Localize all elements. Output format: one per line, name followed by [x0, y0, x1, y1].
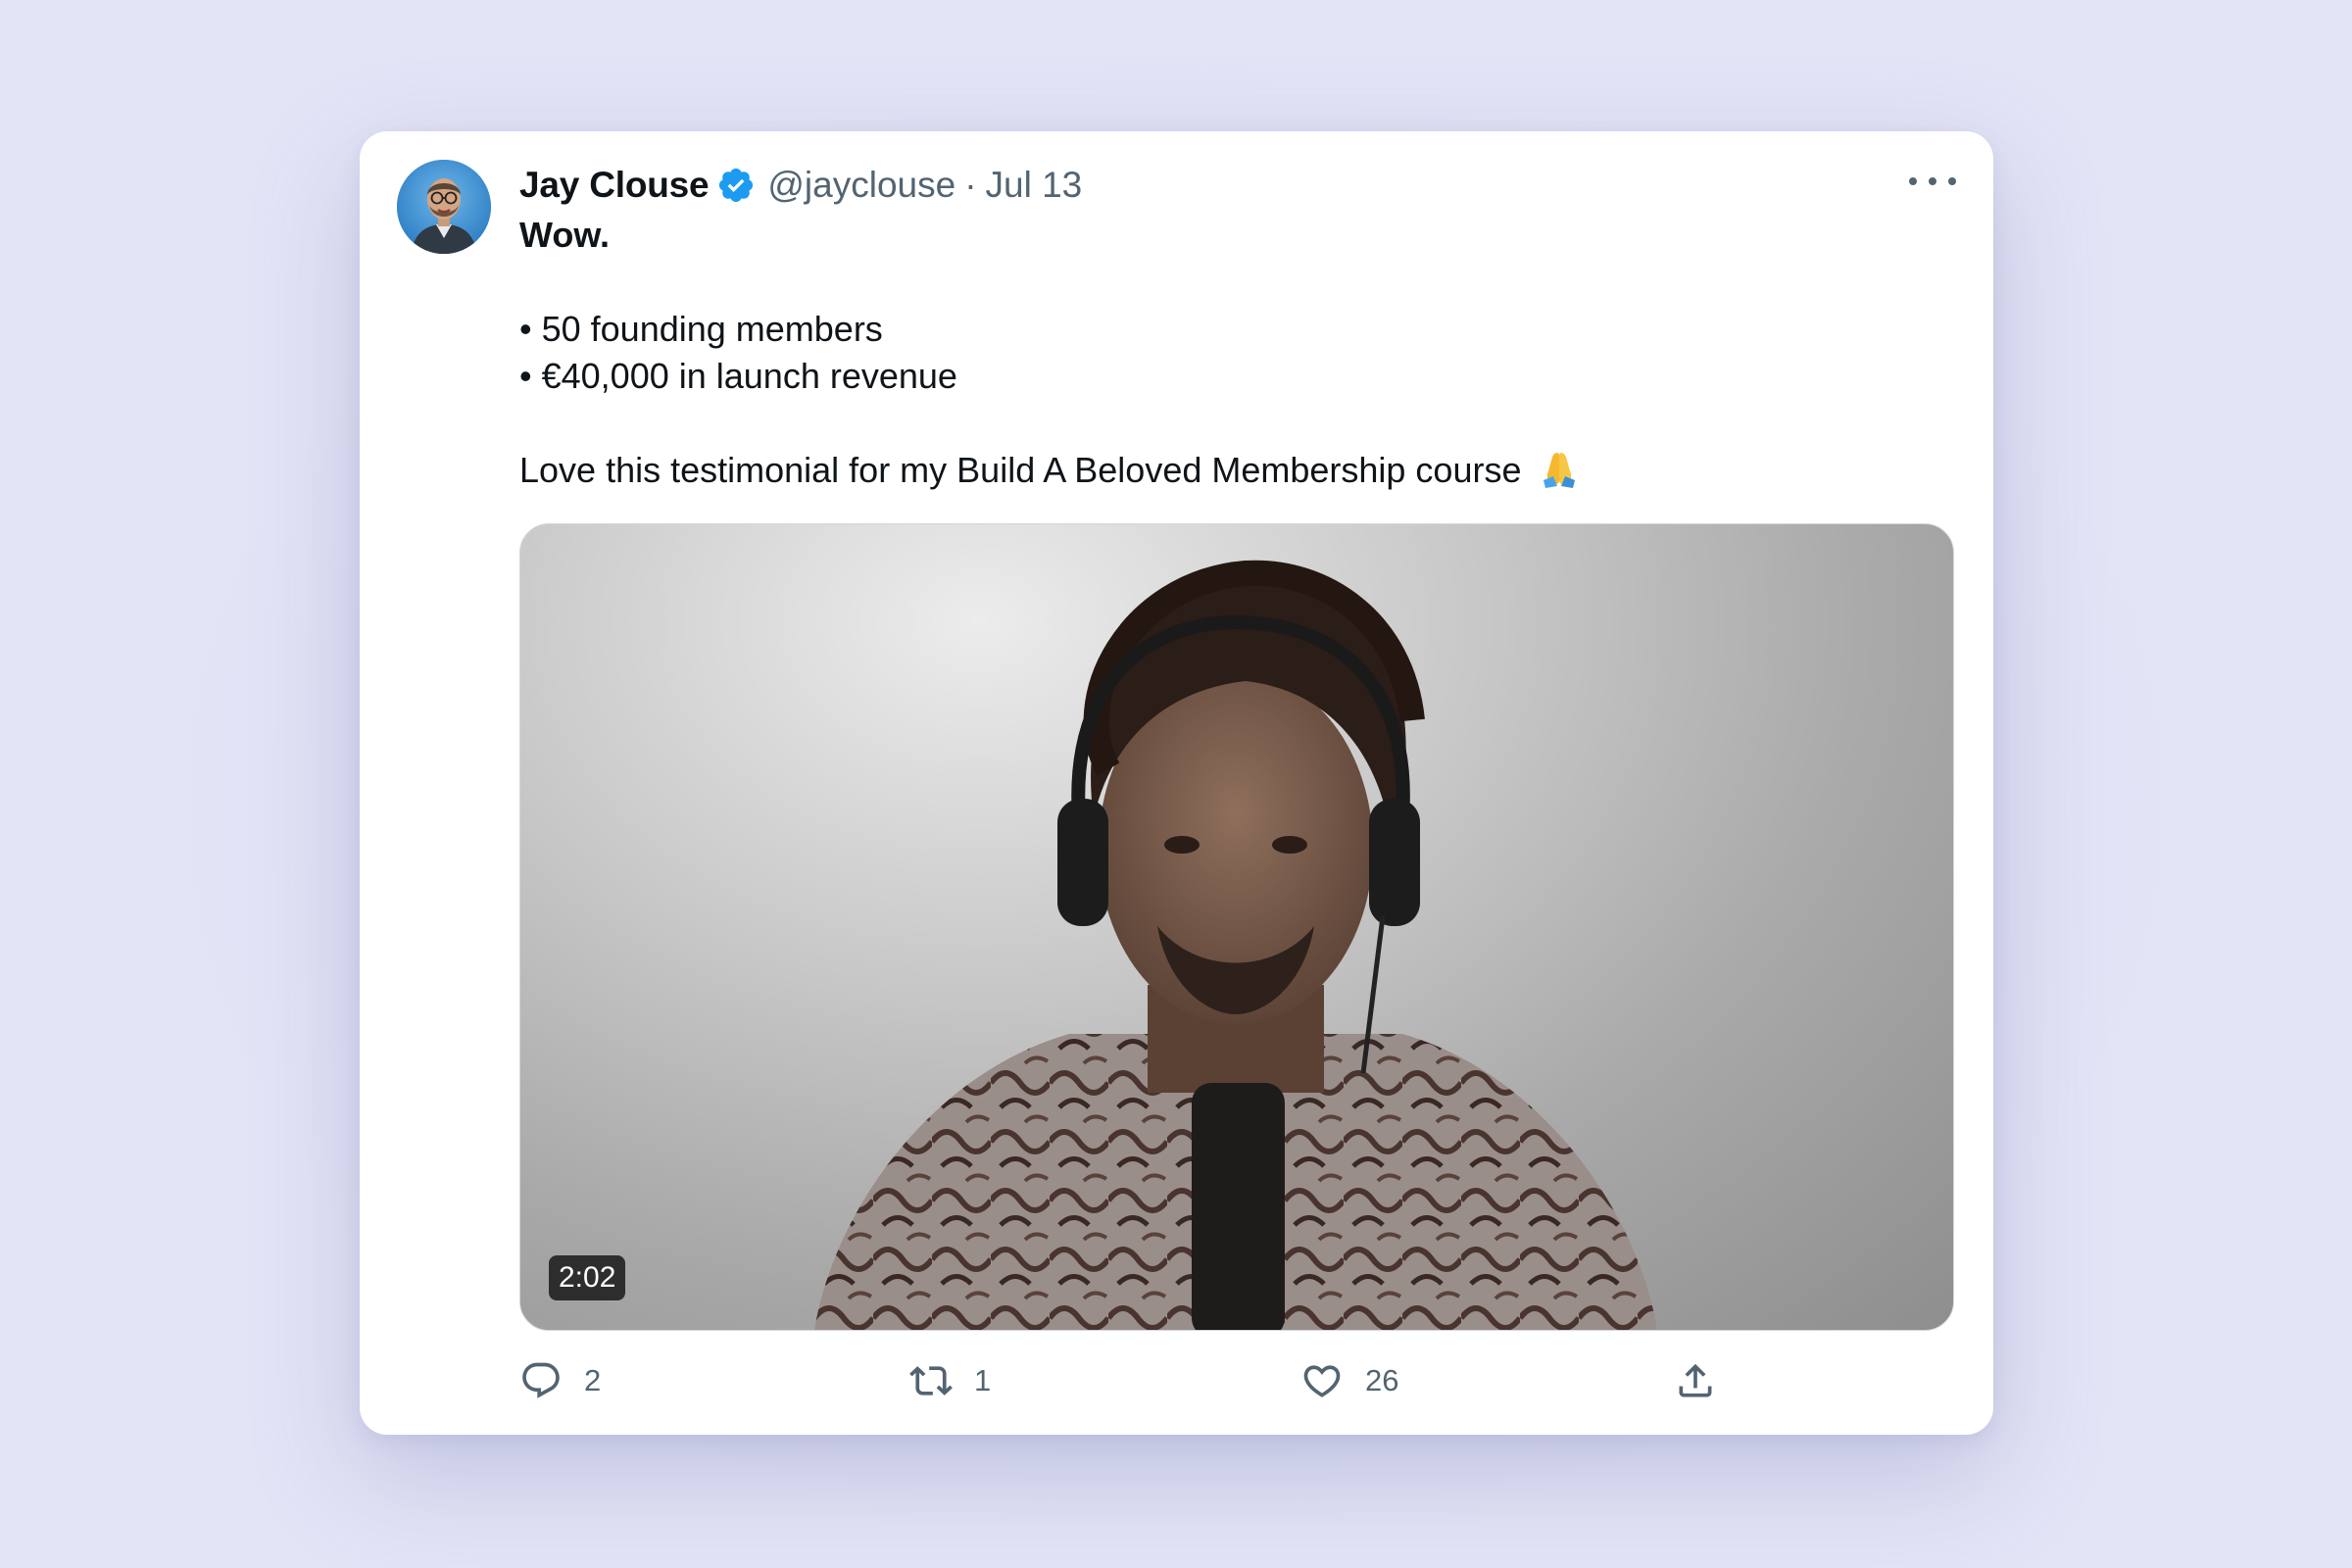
repost-icon	[909, 1366, 953, 1396]
share-icon	[1679, 1363, 1712, 1397]
tweet-bullet: • €40,000 in launch revenue	[519, 356, 957, 396]
reply-count: 2	[584, 1363, 602, 1397]
verified-badge-icon	[719, 168, 754, 203]
more-dot	[1909, 177, 1917, 185]
repost-button[interactable]: 1	[909, 1351, 991, 1410]
heart-icon	[1303, 1365, 1341, 1397]
author-name[interactable]: Jay Clouse	[519, 165, 710, 206]
meta-separator: ·	[964, 165, 977, 205]
like-count: 26	[1365, 1363, 1399, 1397]
tweet-bullet: • 50 founding members	[519, 309, 883, 349]
tweet-actions: 2 1 26	[519, 1351, 1793, 1410]
line-break	[519, 400, 1891, 447]
avatar-photo	[397, 160, 491, 254]
video-player[interactable]: 2:02	[519, 523, 1954, 1331]
tweet-text-line: Wow.	[519, 215, 610, 255]
more-horizontal-icon[interactable]	[1909, 171, 1956, 192]
more-dot	[1929, 177, 1936, 185]
folded-hands-emoji-icon	[1543, 453, 1575, 488]
reply-icon	[522, 1362, 560, 1398]
video-thumbnail	[814, 560, 1657, 1330]
tweet-text-line: Love this testimonial for my Build A Bel…	[519, 447, 1891, 494]
line-break	[519, 259, 1891, 306]
like-button[interactable]: 26	[1300, 1351, 1398, 1410]
tweet-card[interactable]: Jay Clouse @jayclouse · Jul 13 Wow. • 50…	[360, 131, 1993, 1435]
repost-count: 1	[974, 1363, 992, 1397]
video-duration: 2:02	[549, 1255, 626, 1300]
author-handle[interactable]: @jayclouse	[767, 165, 956, 206]
share-button[interactable]	[1674, 1351, 1717, 1410]
tweet-header: Jay Clouse @jayclouse · Jul 13	[519, 161, 1082, 210]
more-dot	[1948, 177, 1956, 185]
tweet-date[interactable]: Jul 13	[986, 165, 1083, 206]
reply-button[interactable]: 2	[519, 1351, 601, 1410]
tweet-text-content: Love this testimonial for my Build A Bel…	[519, 450, 1522, 490]
tweet-text: Wow. • 50 founding members • €40,000 in …	[519, 212, 1891, 494]
avatar[interactable]	[397, 160, 491, 254]
